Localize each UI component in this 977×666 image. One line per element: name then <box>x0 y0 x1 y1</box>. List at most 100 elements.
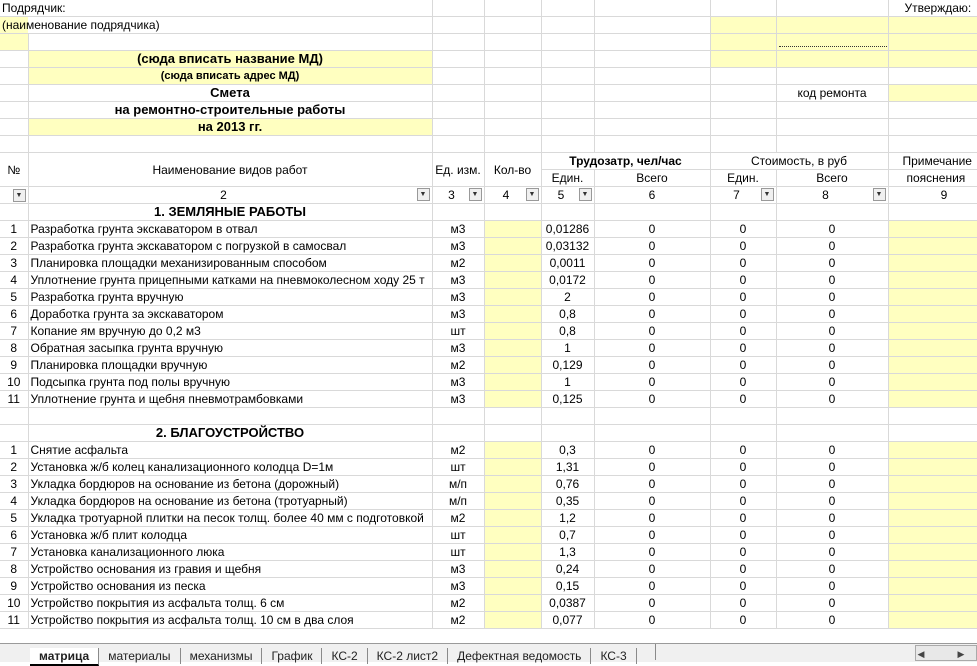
unit-cell[interactable]: м3 <box>432 305 485 323</box>
labor-unit-cell[interactable]: 0,0172 <box>541 271 595 289</box>
work-name-cell[interactable]: Установка канализационного люка <box>28 543 433 561</box>
labor-total-cell[interactable]: 0 <box>594 237 711 255</box>
row-number[interactable]: 11 <box>0 611 29 629</box>
row-number[interactable]: 3 <box>0 475 29 493</box>
row-number[interactable]: 2 <box>0 237 29 255</box>
unit-cell[interactable]: м3 <box>432 373 485 391</box>
quantity-input[interactable] <box>484 305 542 323</box>
labor-total-cell[interactable]: 0 <box>594 458 711 476</box>
cost-unit-cell[interactable]: 0 <box>710 220 777 238</box>
cost-total-cell[interactable]: 0 <box>776 305 889 323</box>
filter-dropdown-icon[interactable]: ▼ <box>760 188 774 201</box>
unit-cell[interactable]: м2 <box>432 356 485 374</box>
unit-cell[interactable]: м3 <box>432 577 485 595</box>
quantity-input[interactable] <box>484 390 542 408</box>
sheet-tab[interactable]: материалы <box>99 648 181 664</box>
work-name-cell[interactable]: Укладка бордюров на основание из бетона … <box>28 492 433 510</box>
md-address[interactable]: (сюда вписать адрес МД) <box>28 67 433 85</box>
cost-unit-cell[interactable]: 0 <box>710 475 777 493</box>
cost-unit-cell[interactable]: 0 <box>710 339 777 357</box>
work-name-cell[interactable]: Установка ж/б колец канализационного кол… <box>28 458 433 476</box>
cost-total-cell[interactable]: 0 <box>776 390 889 408</box>
note-input[interactable] <box>888 237 977 255</box>
note-input[interactable] <box>888 288 977 306</box>
row-number[interactable]: 1 <box>0 441 29 459</box>
labor-total-cell[interactable]: 0 <box>594 492 711 510</box>
row-number[interactable]: 4 <box>0 492 29 510</box>
unit-cell[interactable]: м3 <box>432 271 485 289</box>
note-input[interactable] <box>888 492 977 510</box>
labor-unit-cell[interactable]: 0,8 <box>541 305 595 323</box>
labor-unit-cell[interactable]: 0,8 <box>541 322 595 340</box>
table-row[interactable]: 9 Устройство основания из песка м3 0,15 0 0 0 <box>0 577 977 595</box>
labor-total-cell[interactable]: 0 <box>594 271 711 289</box>
row-number[interactable]: 10 <box>0 594 29 612</box>
cost-unit-cell[interactable]: 0 <box>710 305 777 323</box>
cost-unit-cell[interactable]: 0 <box>710 390 777 408</box>
note-input[interactable] <box>888 322 977 340</box>
note-input[interactable] <box>888 611 977 629</box>
labor-total-cell[interactable]: 0 <box>594 611 711 629</box>
cost-total-cell[interactable]: 0 <box>776 509 889 527</box>
labor-unit-cell[interactable]: 1,2 <box>541 509 595 527</box>
cost-total-cell[interactable]: 0 <box>776 237 889 255</box>
row-number[interactable]: 9 <box>0 577 29 595</box>
quantity-input[interactable] <box>484 526 542 544</box>
note-input[interactable] <box>888 458 977 476</box>
unit-cell[interactable]: шт <box>432 458 485 476</box>
row-number[interactable]: 1 <box>0 220 29 238</box>
sheet-tab[interactable]: КС-2 лист2 <box>368 648 449 664</box>
unit-cell[interactable]: шт <box>432 526 485 544</box>
work-name-cell[interactable]: Доработка грунта за экскаватором <box>28 305 433 323</box>
labor-total-cell[interactable]: 0 <box>594 526 711 544</box>
note-input[interactable] <box>888 390 977 408</box>
unit-cell[interactable]: м2 <box>432 254 485 272</box>
md-name[interactable]: (сюда вписать название МД) <box>28 50 433 68</box>
unit-cell[interactable]: шт <box>432 322 485 340</box>
sheet-tab[interactable]: КС-3 <box>591 648 637 664</box>
work-name-cell[interactable]: Подсыпка грунта под полы вручную <box>28 373 433 391</box>
labor-unit-cell[interactable]: 0,24 <box>541 560 595 578</box>
contractor-label[interactable]: Подрядчик: <box>0 0 433 17</box>
quantity-input[interactable] <box>484 594 542 612</box>
table-row[interactable]: 8 Устройство основания из гравия и щебня м… <box>0 560 977 578</box>
labor-unit-cell[interactable]: 0,15 <box>541 577 595 595</box>
cost-unit-cell[interactable]: 0 <box>710 560 777 578</box>
cost-total-cell[interactable]: 0 <box>776 254 889 272</box>
row-number[interactable]: 10 <box>0 373 29 391</box>
table-row[interactable]: 8 Обратная засыпка грунта вручную м3 1 0 0 0 <box>0 339 977 357</box>
note-input[interactable] <box>888 543 977 561</box>
row-number[interactable]: 3 <box>0 254 29 272</box>
table-row[interactable]: 2 Установка ж/б колец канализационного ко… <box>0 458 977 476</box>
filter-dropdown-icon[interactable]: ▼ <box>468 188 482 201</box>
cost-total-cell[interactable]: 0 <box>776 577 889 595</box>
table-row[interactable]: 4 Уплотнение грунта прицепными катками на… <box>0 271 977 289</box>
labor-unit-cell[interactable]: 1,3 <box>541 543 595 561</box>
quantity-input[interactable] <box>484 458 542 476</box>
cost-unit-cell[interactable]: 0 <box>710 373 777 391</box>
labor-total-cell[interactable]: 0 <box>594 390 711 408</box>
note-input[interactable] <box>888 373 977 391</box>
labor-unit-cell[interactable]: 0,03132 <box>541 237 595 255</box>
unit-cell[interactable]: м2 <box>432 509 485 527</box>
cost-unit-cell[interactable]: 0 <box>710 543 777 561</box>
sheet-tab[interactable]: График <box>262 648 323 664</box>
cost-unit-cell[interactable]: 0 <box>710 441 777 459</box>
row-number[interactable]: 9 <box>0 356 29 374</box>
filter-dropdown-icon[interactable]: ▼ <box>872 188 886 201</box>
table-row[interactable]: 5 Укладка тротуарной плитки на песок толщ… <box>0 509 977 527</box>
unit-cell[interactable]: м3 <box>432 288 485 306</box>
labor-unit-cell[interactable]: 0,125 <box>541 390 595 408</box>
cost-total-cell[interactable]: 0 <box>776 373 889 391</box>
spreadsheet-grid[interactable]: Подрядчик: Утверждаю: (наименование подр… <box>0 0 977 643</box>
labor-total-cell[interactable]: 0 <box>594 594 711 612</box>
quantity-input[interactable] <box>484 271 542 289</box>
row-number[interactable]: 4 <box>0 271 29 289</box>
unit-cell[interactable]: м/п <box>432 475 485 493</box>
quantity-input[interactable] <box>484 237 542 255</box>
table-row[interactable]: 3 Планировка площадки механизированным сп… <box>0 254 977 272</box>
table-row[interactable]: 1 Снятие асфальта м2 0,3 0 0 0 <box>0 441 977 459</box>
unit-cell[interactable]: м3 <box>432 237 485 255</box>
row-number[interactable]: 8 <box>0 339 29 357</box>
work-name-cell[interactable]: Планировка площадки механизированным спо… <box>28 254 433 272</box>
